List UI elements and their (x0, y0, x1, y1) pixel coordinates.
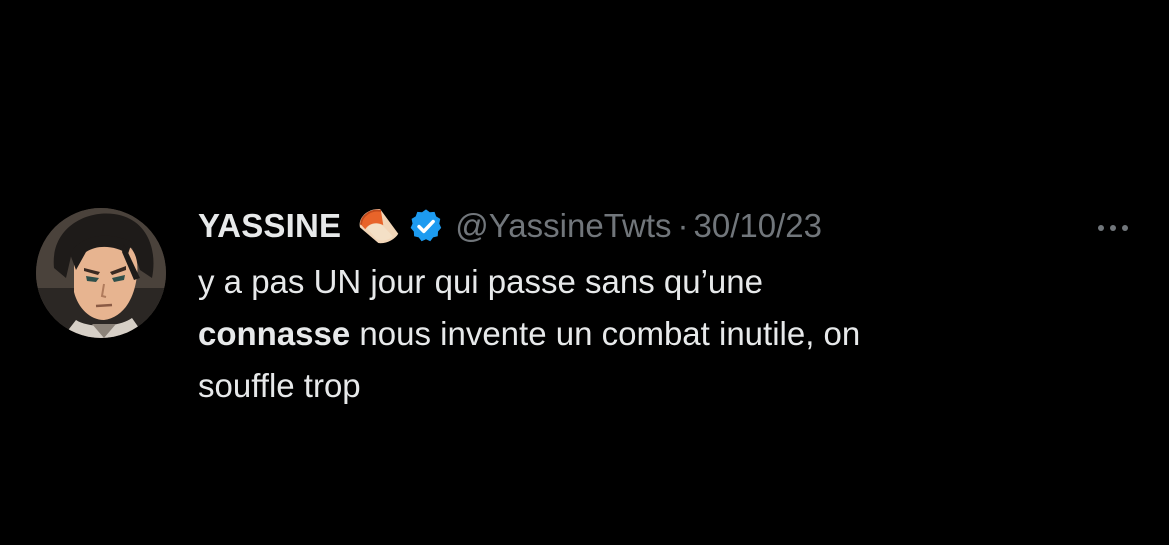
tweet-text-line-2-rest: nous invente un combat inutile, on (350, 315, 861, 352)
tweet-text-line-2: connasse nous invente un combat inutile,… (198, 308, 1138, 360)
display-name[interactable]: YASSINE (198, 207, 341, 245)
avatar[interactable] (36, 208, 166, 338)
tweet-card[interactable]: YASSINE @YassineTwts · 30/10/23 y a pas … (36, 200, 1146, 440)
tweet-date[interactable]: 30/10/23 (694, 207, 822, 245)
header-separator: · (677, 207, 689, 244)
avatar-image (36, 208, 166, 338)
volleyball-emoji-icon (353, 202, 401, 250)
verified-badge-icon[interactable] (407, 207, 445, 245)
more-options-icon[interactable] (1088, 210, 1138, 246)
tweet-text-line-3: souffle trop (198, 367, 361, 404)
tweet-text-line-1: y a pas UN jour qui passe sans qu’une (198, 263, 763, 300)
tweet-text: y a pas UN jour qui passe sans qu’une co… (198, 256, 1138, 412)
tweet-text-bold-word: connasse (198, 315, 351, 352)
user-handle[interactable]: @YassineTwts (455, 207, 671, 245)
tweet-header: YASSINE @YassineTwts · 30/10/23 (198, 200, 822, 252)
